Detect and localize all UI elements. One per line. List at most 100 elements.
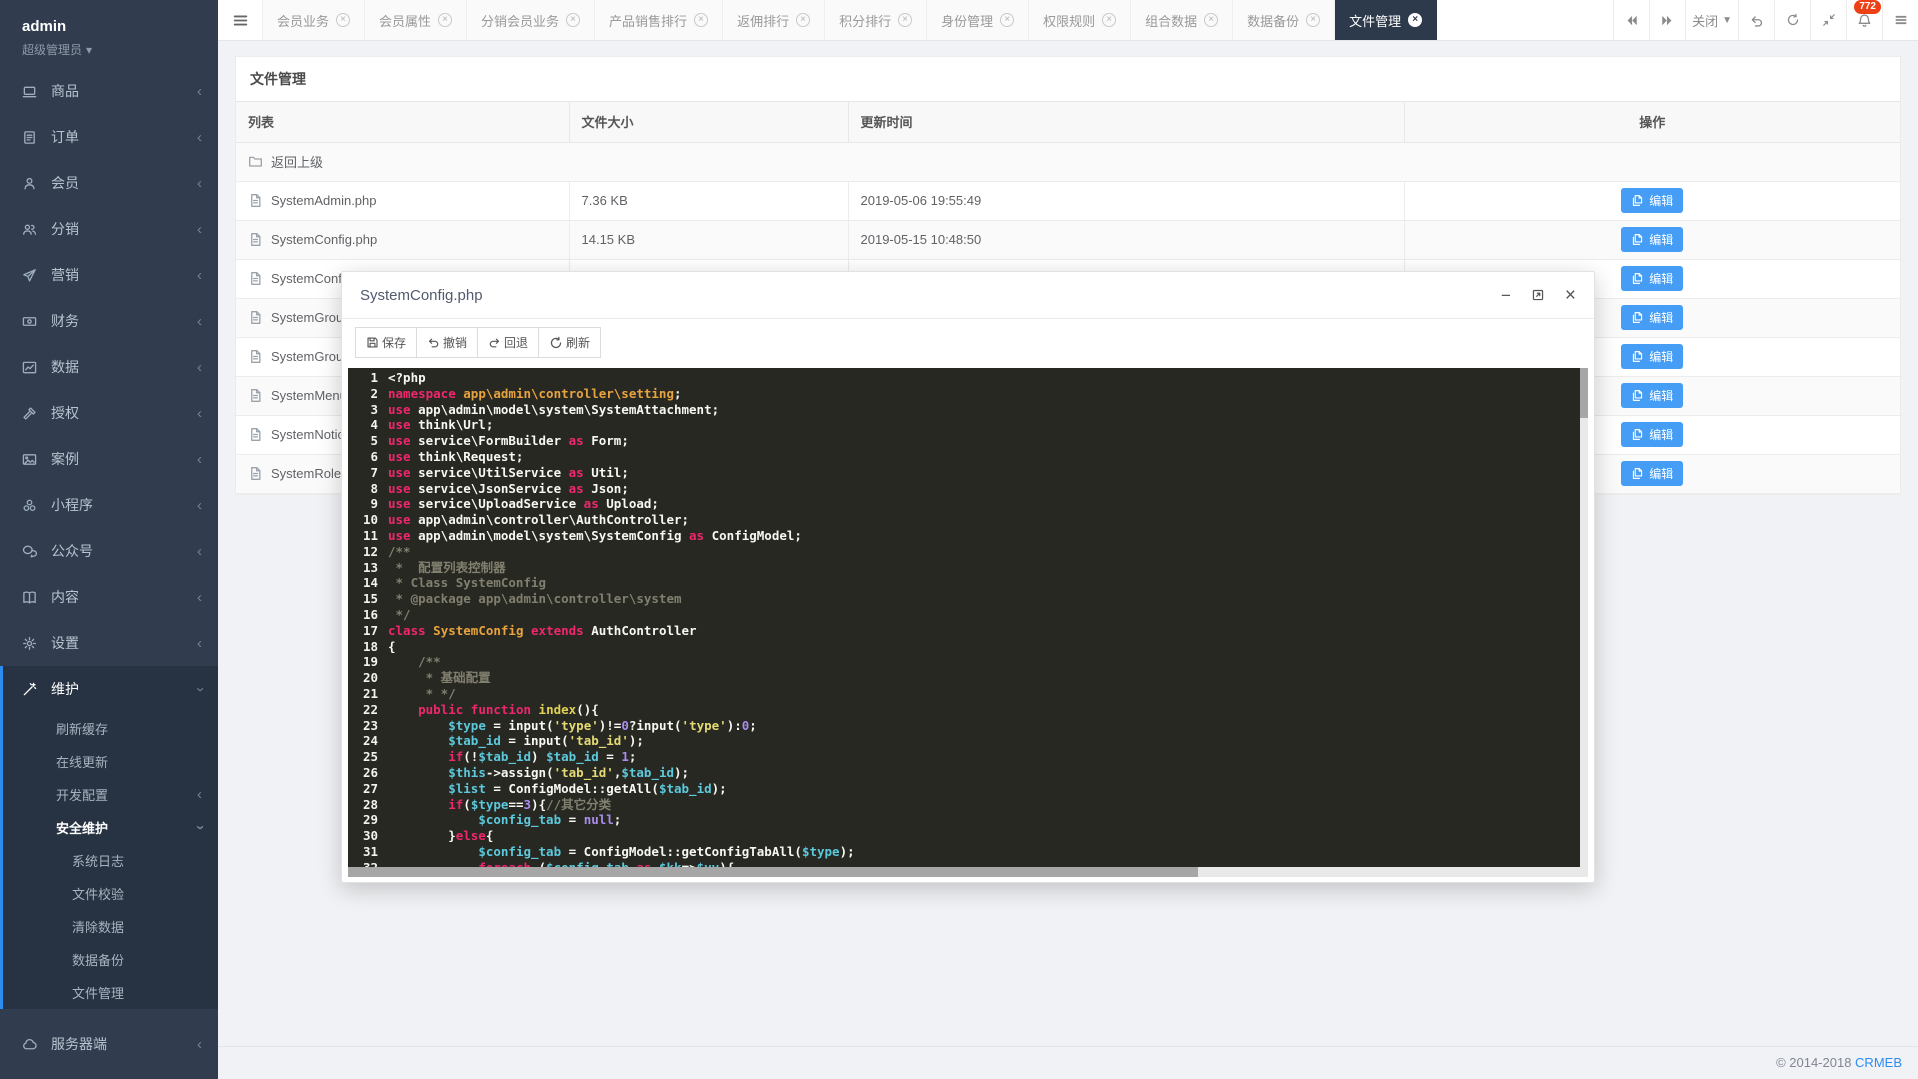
toolbar-回退-button[interactable]: 回退 — [477, 327, 539, 358]
sidebar-item-案例[interactable]: 案例‹ — [0, 436, 218, 482]
edit-button[interactable]: 编辑 — [1621, 422, 1683, 447]
close-tabs-dropdown[interactable]: 关闭 ▼ — [1685, 0, 1738, 40]
sidebar-item-授权[interactable]: 授权‹ — [0, 390, 218, 436]
line-text: * @package app\admin\controller\system — [388, 591, 682, 607]
sidebar-item-订单[interactable]: 订单‹ — [0, 114, 218, 160]
edit-button[interactable]: 编辑 — [1621, 266, 1683, 291]
sidebar-subitem-安全维护[interactable]: 安全维护‹ — [3, 811, 218, 844]
sidebar-item-小程序[interactable]: 小程序‹ — [0, 482, 218, 528]
toolbar-保存-button[interactable]: 保存 — [355, 327, 417, 358]
chevron-left-icon: ‹ — [197, 498, 202, 513]
tab-close-icon[interactable]: × — [438, 13, 452, 27]
toolbar-撤销-button[interactable]: 撤销 — [416, 327, 478, 358]
code-line: 20 * 基础配置 — [352, 670, 1588, 686]
brand-link[interactable]: CRMEB — [1855, 1055, 1902, 1070]
notifications-bell-button[interactable]: 772 — [1846, 0, 1882, 40]
sidebar-subitem-文件管理[interactable]: 文件管理 — [3, 976, 218, 1009]
sidebar-item-会员[interactable]: 会员‹ — [0, 160, 218, 206]
tab-会员业务[interactable]: 会员业务× — [262, 0, 365, 40]
sidebar-subitem-数据备份[interactable]: 数据备份 — [3, 943, 218, 976]
tab-close-icon[interactable]: × — [796, 13, 810, 27]
sidebar-subitem-label: 文件校验 — [72, 884, 202, 903]
caret-down-icon: ▾ — [86, 43, 92, 57]
tab-label: 会员属性 — [379, 11, 431, 30]
close-icon[interactable]: × — [1565, 286, 1576, 305]
tab-产品销售排行[interactable]: 产品销售排行× — [595, 0, 723, 40]
tab-close-icon[interactable]: × — [566, 13, 580, 27]
sidebar-item-数据[interactable]: 数据‹ — [0, 344, 218, 390]
edit-button[interactable]: 编辑 — [1621, 227, 1683, 252]
file-icon — [248, 271, 263, 286]
editor-vertical-scrollbar[interactable] — [1580, 368, 1588, 877]
tab-close-icon[interactable]: × — [1408, 13, 1422, 27]
log-list-button[interactable] — [1882, 0, 1918, 40]
tab-close-icon[interactable]: × — [1000, 13, 1014, 27]
back-button[interactable] — [1738, 0, 1774, 40]
tab-close-icon[interactable]: × — [336, 13, 350, 27]
tabs-scroll-left-button[interactable] — [1613, 0, 1649, 40]
edit-button[interactable]: 编辑 — [1621, 383, 1683, 408]
sidebar-subitem-在线更新[interactable]: 在线更新 — [3, 745, 218, 778]
edit-button[interactable]: 编辑 — [1621, 461, 1683, 486]
parent-folder-cell[interactable]: 返回上级 — [236, 142, 1900, 181]
code-editor[interactable]: 1<?php2namespace app\admin\controller\se… — [348, 368, 1588, 877]
sidebar-item-公众号[interactable]: 公众号‹ — [0, 528, 218, 574]
tab-积分排行[interactable]: 积分排行× — [825, 0, 927, 40]
code-line: 11use app\admin\model\system\SystemConfi… — [352, 528, 1588, 544]
line-number: 10 — [352, 512, 378, 528]
edit-icon — [1631, 389, 1644, 402]
code-line: 26 $this->assign('tab_id',$tab_id); — [352, 765, 1588, 781]
tab-close-icon[interactable]: × — [1204, 13, 1218, 27]
tab-文件管理[interactable]: 文件管理× — [1335, 0, 1437, 40]
tab-label: 权限规则 — [1043, 11, 1095, 30]
sidebar-item-营销[interactable]: 营销‹ — [0, 252, 218, 298]
tab-数据备份[interactable]: 数据备份× — [1233, 0, 1335, 40]
sidebar-item-财务[interactable]: 财务‹ — [0, 298, 218, 344]
fullscreen-toggle-button[interactable] — [1810, 0, 1846, 40]
sidebar-subitem-清除数据[interactable]: 清除数据 — [3, 910, 218, 943]
user-role-dropdown[interactable]: 超级管理员 ▾ — [22, 41, 218, 58]
send-icon — [22, 267, 38, 283]
sidebar-item-商品[interactable]: 商品‹ — [0, 68, 218, 114]
sidebar-collapse-button[interactable] — [218, 0, 262, 40]
line-number: 6 — [352, 449, 378, 465]
file-size-cell: 14.15 KB — [569, 220, 848, 259]
tab-分销会员业务[interactable]: 分销会员业务× — [467, 0, 595, 40]
tab-组合数据[interactable]: 组合数据 × — [1131, 0, 1233, 40]
edit-button[interactable]: 编辑 — [1621, 305, 1683, 330]
line-number: 23 — [352, 718, 378, 734]
code-line: 16 */ — [352, 607, 1588, 623]
editor-horizontal-scrollbar[interactable] — [348, 867, 1580, 877]
line-number: 17 — [352, 623, 378, 639]
minimize-icon[interactable]: − — [1501, 287, 1511, 304]
code-line: 28 if($type==3){//其它分类 — [352, 797, 1588, 813]
sidebar-subitem-开发配置[interactable]: 开发配置‹ — [3, 778, 218, 811]
tab-close-icon[interactable]: × — [1102, 13, 1116, 27]
toolbar-刷新-button[interactable]: 刷新 — [538, 327, 601, 358]
tab-label: 组合数据 — [1145, 11, 1197, 30]
sidebar-item-分销[interactable]: 分销‹ — [0, 206, 218, 252]
tab-返佣排行[interactable]: 返佣排行× — [723, 0, 825, 40]
tab-close-icon[interactable]: × — [694, 13, 708, 27]
code-line: 7use service\UtilService as Util; — [352, 465, 1588, 481]
tab-close-icon[interactable]: × — [898, 13, 912, 27]
sidebar-subitem-刷新缓存[interactable]: 刷新缓存 — [3, 712, 218, 745]
maximize-icon[interactable] — [1531, 288, 1545, 302]
tab-close-icon[interactable]: × — [1306, 13, 1320, 27]
sidebar-item-内容[interactable]: 内容‹ — [0, 574, 218, 620]
sidebar-item-维护[interactable]: 维护‹ — [3, 666, 218, 712]
tab-身份管理[interactable]: 身份管理× — [927, 0, 1029, 40]
sidebar-item-label: 公众号 — [51, 541, 197, 561]
tab-权限规则[interactable]: 权限规则 × — [1029, 0, 1131, 40]
sidebar-item-label: 分销 — [51, 219, 197, 239]
sidebar-subitem-系统日志[interactable]: 系统日志 — [3, 844, 218, 877]
line-text: if(!$tab_id) $tab_id = 1; — [388, 749, 636, 765]
sidebar-subitem-文件校验[interactable]: 文件校验 — [3, 877, 218, 910]
refresh-button[interactable] — [1774, 0, 1810, 40]
edit-button[interactable]: 编辑 — [1621, 188, 1683, 213]
sidebar-item-设置[interactable]: 设置‹ — [0, 620, 218, 666]
edit-button[interactable]: 编辑 — [1621, 344, 1683, 369]
tabs-scroll-right-button[interactable] — [1649, 0, 1685, 40]
tab-会员属性[interactable]: 会员属性 × — [365, 0, 467, 40]
sidebar-item-服务器端[interactable]: 服务器端‹ — [0, 1021, 218, 1067]
